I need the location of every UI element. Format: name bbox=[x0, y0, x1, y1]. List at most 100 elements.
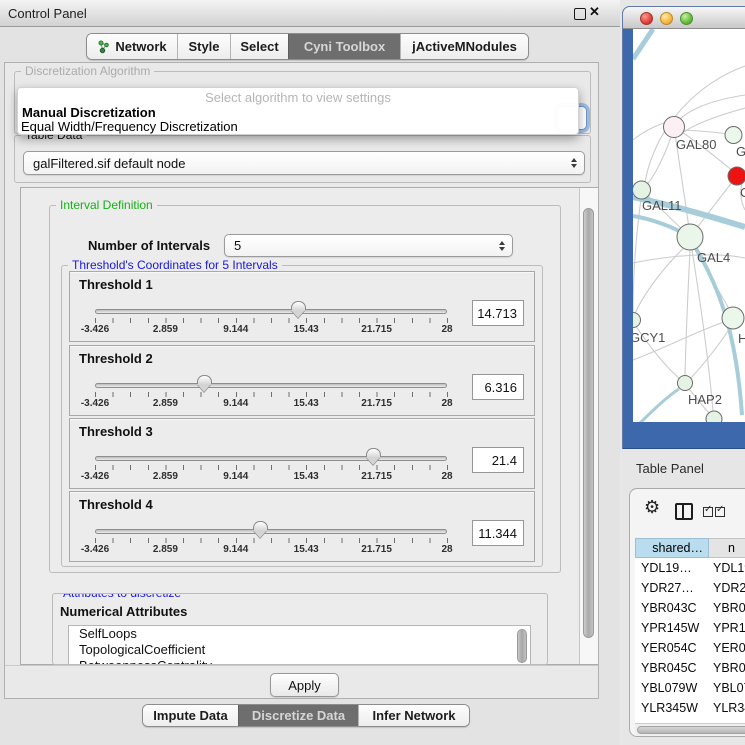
cell-shared-name: YER054C bbox=[635, 638, 709, 658]
dropdown-placeholder-item: Select algorithm to view settings bbox=[18, 90, 578, 105]
numerical-attributes-label: Numerical Attributes bbox=[60, 604, 187, 619]
network-node-label: GAL4 bbox=[697, 250, 730, 265]
slider-thumb[interactable] bbox=[366, 448, 381, 465]
network-edge[interactable] bbox=[633, 122, 667, 140]
control-panel-titlebar: Control Panel ✕ bbox=[0, 0, 620, 27]
network-window-titlebar[interactable] bbox=[623, 7, 745, 29]
table-data-combo[interactable]: galFiltered.sif default node bbox=[23, 151, 585, 175]
panel-scrollbar[interactable] bbox=[579, 188, 598, 664]
network-edge[interactable] bbox=[676, 95, 745, 124]
tab-style[interactable]: Style bbox=[177, 34, 230, 59]
slider-scale-label: 2.859 bbox=[153, 324, 178, 335]
network-edge-thick[interactable] bbox=[633, 216, 683, 233]
table-horizontal-scrollbar[interactable] bbox=[635, 723, 745, 736]
network-edge[interactable] bbox=[685, 250, 690, 375]
network-edge[interactable] bbox=[691, 328, 730, 378]
tab-label: Discretize Data bbox=[252, 708, 345, 723]
threshold-value-field[interactable]: 11.344 bbox=[472, 520, 524, 546]
column-header-shared-name[interactable]: shared… bbox=[635, 538, 709, 558]
tab-infer-network[interactable]: Infer Network bbox=[358, 705, 469, 726]
tab-cyni-toolbox[interactable]: Cyni Toolbox bbox=[288, 34, 400, 59]
network-canvas[interactable]: GAL80GACGAL11GAL4GCY1HHAP2 bbox=[633, 29, 745, 422]
cell-shared-name: YDL19… bbox=[635, 558, 709, 578]
table-row[interactable]: YER054CYER05 bbox=[635, 638, 745, 658]
network-node[interactable] bbox=[728, 167, 745, 185]
tab-jactivemnodules[interactable]: jActiveMNodules bbox=[400, 34, 528, 59]
network-node[interactable] bbox=[664, 117, 685, 138]
network-edge[interactable] bbox=[683, 130, 727, 134]
float-window-icon[interactable] bbox=[574, 8, 586, 20]
panel-scrollbar-thumb[interactable] bbox=[583, 208, 594, 638]
dropdown-option-equal-width[interactable]: Equal Width/Frequency Discretization bbox=[21, 119, 238, 134]
cell-name: YDL19 bbox=[709, 558, 745, 578]
split-pane-icon[interactable] bbox=[675, 503, 693, 520]
tab-impute-data[interactable]: Impute Data bbox=[143, 705, 238, 726]
group-title: Discretization Algorithm bbox=[21, 64, 154, 78]
cell-shared-name: YBR043C bbox=[635, 598, 709, 618]
network-edge-thick[interactable] bbox=[633, 389, 679, 422]
network-node[interactable] bbox=[633, 313, 641, 328]
slider-thumb[interactable] bbox=[197, 375, 212, 392]
network-node[interactable] bbox=[722, 307, 744, 329]
attribute-list-item[interactable]: SelfLoops bbox=[69, 626, 530, 642]
attribute-list-item[interactable]: TopologicalCoefficient bbox=[69, 642, 530, 658]
table-data-group: Table Data galFiltered.sif default node bbox=[14, 135, 591, 183]
select-all-icon[interactable] bbox=[715, 507, 725, 517]
stepper-arrows-icon bbox=[571, 158, 577, 168]
threshold-value-field[interactable]: 6.316 bbox=[472, 374, 524, 400]
attribute-list-item[interactable]: BetweennessCentrality bbox=[69, 658, 530, 665]
column-header-name[interactable]: n bbox=[709, 538, 745, 558]
table-row[interactable]: YPR145WYPR14 bbox=[635, 618, 745, 638]
table-row[interactable]: YDR27…YDR27 bbox=[635, 578, 745, 598]
table-row[interactable]: YLR345WYLR34 bbox=[635, 698, 745, 718]
network-node[interactable] bbox=[706, 411, 722, 422]
tab-label: Style bbox=[188, 39, 219, 54]
slider-scale-label: 15.43 bbox=[294, 471, 319, 482]
tab-discretize-data[interactable]: Discretize Data bbox=[238, 705, 358, 726]
select-all-icon[interactable] bbox=[703, 507, 713, 517]
network-node-label: GAL11 bbox=[642, 198, 682, 213]
slider-track[interactable] bbox=[95, 529, 447, 534]
numerical-attributes-list[interactable]: SelfLoopsTopologicalCoefficientBetweenne… bbox=[68, 625, 531, 665]
num-intervals-combo[interactable]: 5 bbox=[224, 234, 513, 257]
zoom-traffic-light-icon[interactable] bbox=[680, 12, 693, 25]
table-row[interactable]: YBL079WYBL07 bbox=[635, 678, 745, 698]
threshold-value-field[interactable]: 21.4 bbox=[472, 447, 524, 473]
table-row[interactable]: YBR043CYBR04 bbox=[635, 598, 745, 618]
divider bbox=[5, 665, 598, 666]
network-node[interactable] bbox=[725, 127, 742, 144]
dropdown-option-manual[interactable]: Manual Discretization bbox=[22, 105, 156, 120]
network-node[interactable] bbox=[633, 181, 651, 199]
table-row[interactable]: YBR045CYBR04 bbox=[635, 658, 745, 678]
apply-button[interactable]: Apply bbox=[270, 673, 339, 697]
list-scrollbar-thumb[interactable] bbox=[517, 629, 527, 663]
network-node[interactable] bbox=[677, 224, 703, 250]
cyni-toolbox-panel: Discretization Algorithm Select algorith… bbox=[4, 62, 599, 699]
settings-scroll-panel: Interval Definition Number of Intervals … bbox=[20, 187, 598, 665]
slider-track[interactable] bbox=[95, 383, 447, 388]
slider-track[interactable] bbox=[95, 309, 447, 314]
network-node-label: GCY1 bbox=[633, 330, 665, 345]
threshold-value-field[interactable]: 14.713 bbox=[472, 300, 524, 326]
tab-select[interactable]: Select bbox=[230, 34, 288, 59]
slider-scale-label: 28 bbox=[441, 544, 452, 555]
slider-thumb[interactable] bbox=[253, 521, 268, 538]
num-intervals-label: Number of Intervals bbox=[88, 238, 210, 253]
table-row[interactable]: YDL19…YDL19 bbox=[635, 558, 745, 578]
network-icon bbox=[97, 40, 110, 54]
gear-icon[interactable]: ⚙ bbox=[644, 497, 660, 518]
slider-scale-label: 21.715 bbox=[361, 544, 392, 555]
slider-scale: -3.4262.8599.14415.4321.71528 bbox=[70, 471, 534, 483]
slider-scale-label: -3.426 bbox=[81, 324, 109, 335]
network-edge-thick[interactable] bbox=[633, 29, 653, 59]
table-scrollbar-thumb[interactable] bbox=[637, 726, 745, 734]
close-icon[interactable]: ✕ bbox=[589, 4, 600, 20]
tab-network[interactable]: Network bbox=[87, 34, 177, 59]
minimize-traffic-light-icon[interactable] bbox=[660, 12, 673, 25]
close-traffic-light-icon[interactable] bbox=[640, 12, 653, 25]
network-node[interactable] bbox=[678, 376, 693, 391]
slider-scale-label: 28 bbox=[441, 471, 452, 482]
network-edge[interactable] bbox=[634, 244, 688, 316]
slider-thumb[interactable] bbox=[291, 301, 306, 318]
slider-track[interactable] bbox=[95, 456, 447, 461]
